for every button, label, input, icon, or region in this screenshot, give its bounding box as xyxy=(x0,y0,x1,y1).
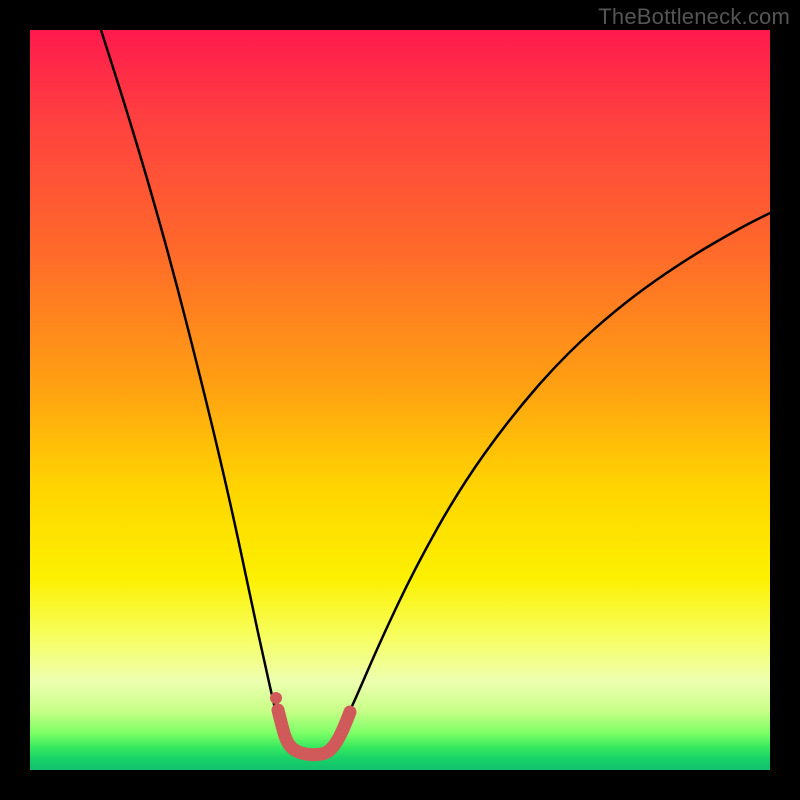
curve-layer xyxy=(30,30,770,770)
chart-frame: TheBottleneck.com xyxy=(0,0,800,800)
valley-dot xyxy=(270,692,282,704)
watermark-text: TheBottleneck.com xyxy=(598,4,790,30)
valley-marker xyxy=(278,710,350,755)
plot-area xyxy=(30,30,770,770)
left-descending-curve xyxy=(101,30,286,746)
right-ascending-curve xyxy=(332,213,770,746)
